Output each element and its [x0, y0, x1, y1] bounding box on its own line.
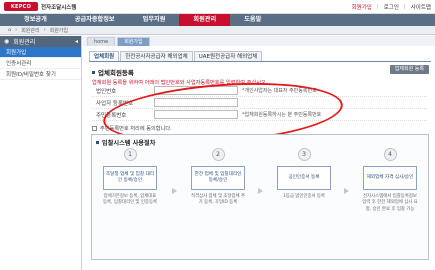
register-button[interactable]: 업체회원 등록 — [389, 65, 429, 74]
process-step: 4 해외업체 자격 심사/승인 전자시스템에서 입찰등록정보 입력 후 한전 해… — [362, 148, 418, 213]
form-row: 법인번호 *개인사업자는 대표자 주민등록번호 — [92, 85, 427, 97]
step-number: 4 — [383, 148, 397, 161]
step-number: 1 — [123, 148, 137, 161]
gnb-supplier[interactable]: 공급자종합정보 — [61, 14, 129, 26]
bullet-icon — [96, 141, 99, 144]
biz-number-input[interactable] — [154, 98, 238, 107]
menu-icon: ◉ — [4, 38, 10, 45]
sidebar-title: 회원관리 — [13, 39, 36, 46]
breadcrumb-item[interactable]: 회원관리 — [21, 27, 39, 34]
content-tabs: 업체회원 한전공사자공급자 해외업체 UAE원전공급자 해외업체 — [89, 51, 431, 62]
step-desc: 업체기본정보 등록, 업체대표 등록, 입찰대리인 및 인증등록 — [102, 194, 158, 206]
form-row: 주민등록번호 *업체회원등록하시는 분 주민등록번호 — [92, 109, 427, 121]
arrow-icon — [258, 188, 263, 194]
gnb-help[interactable]: 도움말 — [230, 14, 275, 26]
main-area: home 회원가입 업체회원 한전공사자공급자 해외업체 UAE원전공급자 해외… — [83, 36, 435, 270]
consent-checkbox[interactable] — [92, 126, 97, 131]
step-number: 2 — [211, 148, 225, 161]
process-steps: 1 조달청 업체 및 입찰 대리인 등록/승인 업체기본정보 등록, 업체대표 … — [100, 148, 424, 256]
consent-checkbox-row: 주민등록번호 처리에 동의합니다. — [92, 125, 172, 132]
step-box: 한전 업체 및 입찰대리인 등록/승인 — [191, 166, 245, 190]
section-title: 업체회원등록 — [92, 67, 134, 77]
arrow-icon — [344, 188, 349, 194]
tab-uae-supplier[interactable]: UAE원전공급자 해외업체 — [193, 51, 263, 61]
system-name: 전자조달시스템 — [41, 4, 77, 11]
breadcrumb: ⌂ › 회원관리 › 회원가입 — [0, 26, 435, 35]
process-step: 1 조달청 업체 및 입찰 대리인 등록/승인 업체기본정보 등록, 업체대표 … — [102, 148, 158, 207]
process-step: 3 공인인증서 등록 1등급 법인인증서 등록 — [276, 148, 332, 200]
join-link[interactable]: 회원가입 — [352, 3, 372, 11]
sidebar-item-join[interactable]: 회원가입 — [0, 47, 81, 58]
registration-form: 법인번호 *개인사업자는 대표자 주민등록번호 사업자 등록번호 주민등록번호 … — [92, 85, 427, 121]
step-desc: 전자시스템에서 입찰등록정보 입력 후 한전 해외업체 심사 요청, 승인 완료… — [362, 194, 418, 212]
collapse-icon[interactable]: ◂ — [75, 38, 78, 45]
global-nav: 정보공개 공급자종합정보 업무지원 회원관리 도움말 — [0, 14, 435, 26]
resident-number-hint: *업체회원등록하시는 분 주민등록번호 — [242, 112, 322, 118]
tab-company-member[interactable]: 업체회원 — [89, 51, 120, 61]
gnb-support[interactable]: 업무지원 — [129, 14, 180, 26]
arrow-icon — [172, 188, 177, 194]
tab-overseas-supplier[interactable]: 한전공사자공급자 해외업체 — [120, 51, 193, 61]
logo[interactable]: KEPCO 전자조달시스템 — [4, 2, 76, 11]
step-desc: 1등급 법인인증서 등록 — [283, 194, 325, 199]
corp-number-label: 법인번호 — [96, 88, 117, 95]
content: 업체회원 한전공사자공급자 해외업체 UAE원전공급자 해외업체 업체회원등록 … — [89, 51, 431, 265]
consent-label: 주민등록번호 처리에 동의합니다. — [100, 126, 172, 132]
utility-links: 회원가입 | 로그인 | 사이트맵 — [351, 3, 431, 11]
process-step: 2 한전 업체 및 입찰대리인 등록/승인 적격심사 업체 및 조달업체 추가 … — [190, 148, 246, 207]
tab-join[interactable]: 회원가입 — [117, 37, 150, 46]
bullet-icon — [92, 70, 95, 74]
gnb-member[interactable]: 회원관리 — [179, 14, 231, 26]
step-box: 조달청 업체 및 입찰 대리인 등록/승인 — [103, 166, 157, 190]
page-tabs: home 회원가입 — [83, 36, 435, 46]
form-row: 사업자 등록번호 — [92, 97, 427, 109]
sidebar-item-find-id[interactable]: 회원ID/비밀번호 찾기 — [0, 69, 81, 80]
sidebar-header: ◉ 회원관리 ◂ — [0, 36, 81, 47]
kepco-logo: KEPCO — [4, 2, 38, 11]
process-panel: 입찰시스템 사용절차 1 조달청 업체 및 입찰 대리인 등록/승인 업체기본정… — [91, 134, 429, 260]
step-box: 공인인증서 등록 — [277, 166, 331, 190]
step-box: 해외업체 자격 심사/승인 — [363, 166, 417, 190]
home-icon[interactable]: ⌂ — [8, 27, 11, 33]
resident-number-input[interactable] — [154, 110, 238, 119]
top-bar: KEPCO 전자조달시스템 회원가입 | 로그인 | 사이트맵 — [0, 0, 435, 14]
corp-number-input[interactable] — [154, 86, 238, 95]
resident-number-label: 주민등록번호 — [96, 112, 127, 119]
step-number: 3 — [297, 148, 311, 161]
breadcrumb-item: 회원가입 — [49, 27, 68, 34]
gnb-info[interactable]: 정보공개 — [10, 14, 61, 26]
sidebar: ◉ 회원관리 ◂ 회원가입 인증서관리 회원ID/비밀번호 찾기 — [0, 36, 82, 270]
biz-number-label: 사업자 등록번호 — [96, 100, 134, 107]
process-title: 입찰시스템 사용절차 — [96, 138, 155, 147]
sitemap-link[interactable]: 사이트맵 — [411, 3, 431, 11]
step-desc: 적격심사 업체 및 조달업체 추가 등록, 조달ID 등록 — [190, 194, 246, 206]
tab-home[interactable]: home — [87, 37, 116, 46]
login-link[interactable]: 로그인 — [384, 3, 399, 11]
sidebar-item-cert[interactable]: 인증서관리 — [0, 58, 81, 69]
corp-number-hint: *개인사업자는 대표자 주민등록번호 — [242, 88, 317, 94]
